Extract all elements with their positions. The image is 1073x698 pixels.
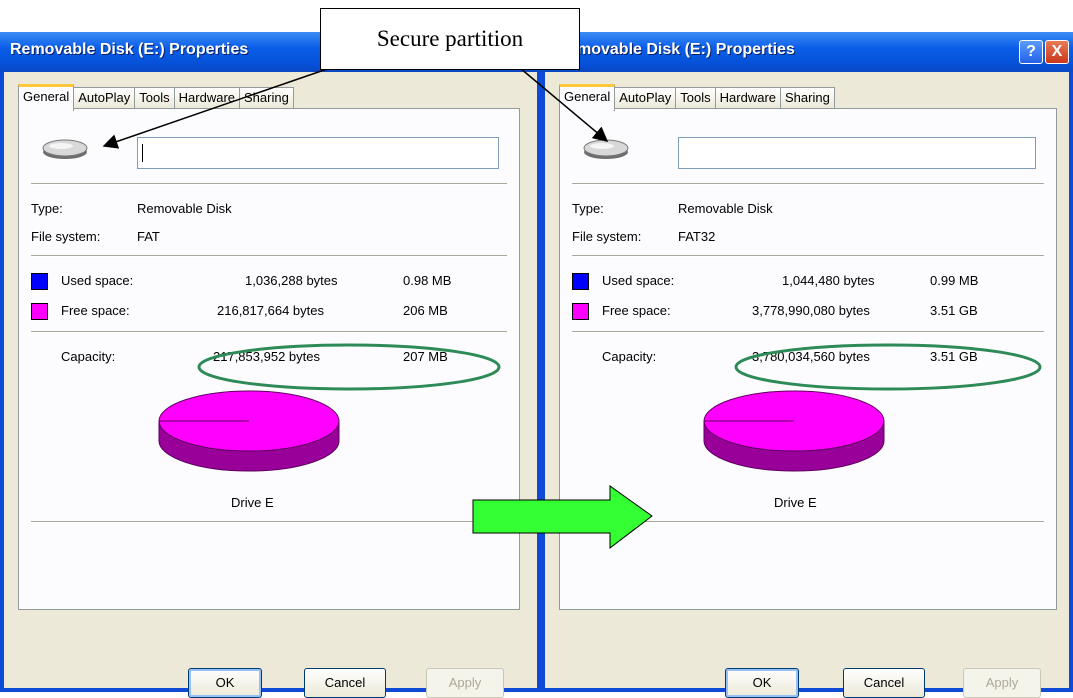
tab-hardware[interactable]: Hardware xyxy=(173,87,241,108)
tab-strip: General AutoPlay Tools Hardware Sharing xyxy=(559,84,835,111)
free-space-size: 206 MB xyxy=(403,303,448,318)
drive-label: Drive E xyxy=(231,495,274,510)
capacity-bytes: 217,853,952 bytes xyxy=(213,349,320,364)
tab-tools[interactable]: Tools xyxy=(134,87,175,108)
volume-label-input[interactable] xyxy=(137,137,499,169)
tab-autoplay[interactable]: AutoPlay xyxy=(73,87,136,108)
file-system-label: File system: xyxy=(31,229,101,244)
ok-button[interactable]: OK xyxy=(725,668,799,698)
window-title: Removable Disk (E:) Properties xyxy=(10,41,249,58)
file-system-label: File system: xyxy=(572,229,642,244)
divider xyxy=(31,183,507,185)
title-bar[interactable]: movable Disk (E:) Properties ? X xyxy=(541,32,1073,72)
tab-strip: General AutoPlay Tools Hardware Sharing xyxy=(18,84,294,111)
capacity-size: 3.51 GB xyxy=(930,349,978,364)
cancel-button[interactable]: Cancel xyxy=(843,668,925,698)
capacity-label: Capacity: xyxy=(602,349,657,364)
divider xyxy=(572,255,1044,257)
close-button[interactable]: X xyxy=(1045,40,1069,64)
general-panel: Type: Removable Disk File system: FAT32 … xyxy=(559,108,1057,610)
capacity-label: Capacity: xyxy=(61,349,116,364)
used-space-size: 0.98 MB xyxy=(403,273,452,288)
free-space-bytes: 216,817,664 bytes xyxy=(217,303,324,318)
cancel-button[interactable]: Cancel xyxy=(304,668,386,698)
used-space-label: Used space: xyxy=(61,273,134,288)
free-space-swatch xyxy=(31,303,48,320)
general-panel: Type: Removable Disk File system: FAT Us… xyxy=(18,108,520,610)
dialog-client: General AutoPlay Tools Hardware Sharing … xyxy=(4,72,537,698)
window-title: movable Disk (E:) Properties xyxy=(577,41,795,58)
tab-general[interactable]: General xyxy=(18,84,75,111)
type-label: Type: xyxy=(572,201,604,216)
type-value: Removable Disk xyxy=(678,201,773,216)
properties-window-before: Removable Disk (E:) Properties General A… xyxy=(0,32,541,698)
divider xyxy=(31,255,507,257)
apply-button[interactable]: Apply xyxy=(963,668,1041,698)
free-space-label: Free space: xyxy=(602,303,671,318)
disk-usage-pie-chart xyxy=(158,390,340,472)
free-space-size: 3.51 GB xyxy=(930,303,978,318)
file-system-value: FAT32 xyxy=(678,229,716,244)
divider xyxy=(31,331,507,333)
dialog-client: General AutoPlay Tools Hardware Sharing … xyxy=(545,72,1069,698)
used-space-size: 0.99 MB xyxy=(930,273,979,288)
tab-sharing[interactable]: Sharing xyxy=(780,87,835,108)
used-space-label: Used space: xyxy=(602,273,675,288)
disk-usage-pie-chart xyxy=(703,390,885,472)
used-space-swatch xyxy=(572,273,589,290)
free-space-swatch xyxy=(572,303,589,320)
removable-drive-icon xyxy=(583,139,629,159)
used-space-bytes: 1,036,288 bytes xyxy=(245,273,338,288)
free-space-label: Free space: xyxy=(61,303,130,318)
type-value: Removable Disk xyxy=(137,201,232,216)
capacity-size: 207 MB xyxy=(403,349,448,364)
divider xyxy=(572,331,1044,333)
divider xyxy=(572,521,1044,523)
file-system-value: FAT xyxy=(137,229,160,244)
help-button[interactable]: ? xyxy=(1019,40,1043,64)
tab-general[interactable]: General xyxy=(559,84,616,111)
tab-tools[interactable]: Tools xyxy=(675,87,716,108)
capacity-bytes: 3,780,034,560 bytes xyxy=(752,349,870,364)
secure-partition-callout: Secure partition xyxy=(320,8,580,70)
tab-autoplay[interactable]: AutoPlay xyxy=(614,87,677,108)
ok-button[interactable]: OK xyxy=(188,668,262,698)
volume-label-input[interactable] xyxy=(678,137,1036,169)
drive-label: Drive E xyxy=(774,495,817,510)
type-label: Type: xyxy=(31,201,63,216)
apply-button[interactable]: Apply xyxy=(426,668,504,698)
divider xyxy=(572,183,1044,185)
properties-window-after: movable Disk (E:) Properties ? X General… xyxy=(541,32,1073,698)
tab-sharing[interactable]: Sharing xyxy=(239,87,294,108)
used-space-bytes: 1,044,480 bytes xyxy=(782,273,875,288)
used-space-swatch xyxy=(31,273,48,290)
divider xyxy=(31,521,507,523)
tab-hardware[interactable]: Hardware xyxy=(714,87,782,108)
free-space-bytes: 3,778,990,080 bytes xyxy=(752,303,870,318)
removable-drive-icon xyxy=(42,139,88,159)
